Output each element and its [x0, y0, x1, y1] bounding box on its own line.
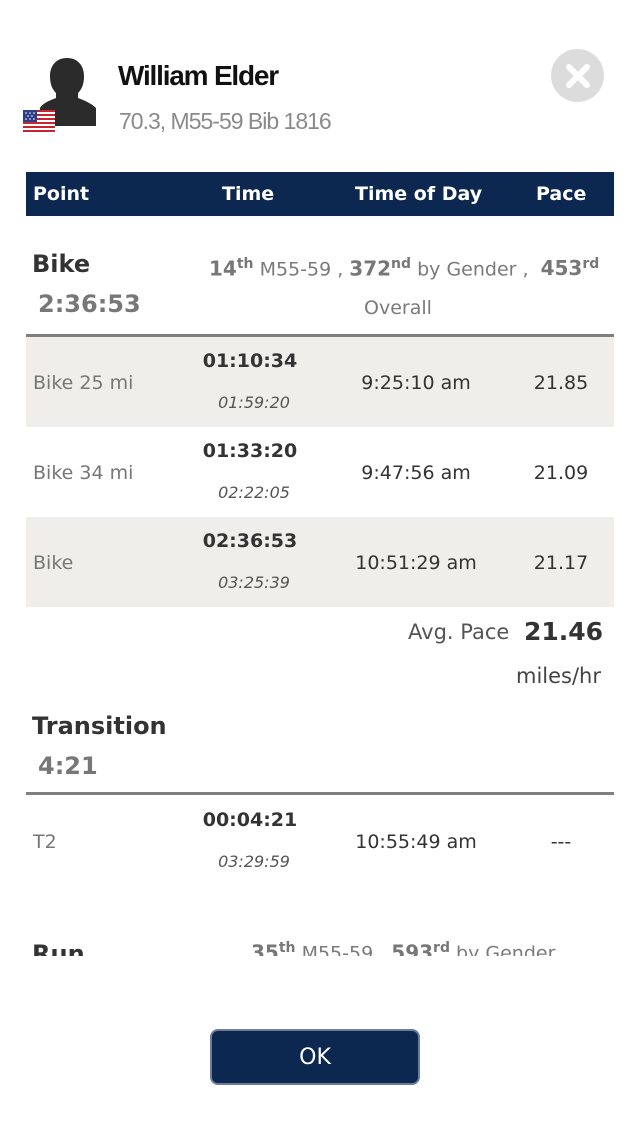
column-header-time-of-day: Time of Day: [355, 183, 483, 205]
split-elapsed: 02:22:05: [218, 483, 290, 502]
column-header-time: Time: [222, 183, 275, 205]
bike-overall-rank: 453: [540, 256, 583, 281]
section-divider: [26, 792, 614, 795]
split-time-of-day: 10:55:49 am: [355, 831, 477, 853]
split-time-of-day: 9:25:10 am: [361, 372, 471, 394]
split-time-of-day: 10:51:29 am: [355, 552, 477, 574]
split-label: Bike 34 mi: [33, 462, 134, 484]
split-pace: 21.17: [533, 552, 589, 574]
athlete-subtitle: 70.3, M55-59 Bib 1816: [119, 108, 332, 134]
split-elapsed: 01:59:20: [218, 393, 290, 412]
run-gender-label: by Gender: [456, 942, 556, 956]
split-label: Bike: [33, 552, 74, 574]
run-division-label: M55-59 ,: [301, 942, 386, 956]
athlete-header: William Elder 70.3, M55-59 Bib 1816: [0, 0, 640, 172]
bike-division-label: M55-59 ,: [259, 258, 344, 281]
split-elapsed: 03:25:39: [218, 573, 290, 592]
split-elapsed: 03:29:59: [218, 852, 290, 871]
bike-gender-rank: 372: [349, 256, 392, 281]
split-row: Bike 25 mi 01:10:34 01:59:20 9:25:10 am …: [26, 337, 614, 427]
us-flag-icon: [23, 110, 55, 134]
avg-pace-label: Avg. Pace: [408, 620, 510, 644]
split-pace: ---: [550, 831, 572, 853]
run-gender-rank: 593: [391, 940, 434, 956]
transition-total-time: 4:21: [38, 752, 98, 780]
split-time: 00:04:21: [202, 809, 298, 831]
split-pace: 21.85: [533, 372, 589, 394]
run-gender-rank-suffix: rd: [433, 940, 450, 956]
run-rankings: 35th M55-59 , 593rd by Gender: [251, 940, 555, 956]
bike-division-rank-suffix: th: [236, 256, 254, 272]
split-time-of-day: 9:47:56 am: [361, 462, 471, 484]
avg-pace-unit: miles/hr: [516, 664, 602, 688]
split-label: T2: [33, 831, 57, 853]
split-row: Bike 02:36:53 03:25:39 10:51:29 am 21.17: [26, 517, 614, 607]
split-time: 02:36:53: [202, 530, 298, 552]
split-time: 01:10:34: [202, 350, 298, 372]
close-button[interactable]: [551, 49, 604, 102]
split-row: T2 00:04:21 03:29:59 10:55:49 am ---: [26, 796, 614, 886]
bike-overall-rank-suffix: rd: [582, 256, 600, 272]
ok-button[interactable]: OK: [210, 1029, 420, 1085]
bike-rankings: 14th M55-59 , 372nd by Gender , 453rd: [209, 256, 599, 280]
split-time: 01:33:20: [202, 440, 298, 462]
bike-overall-label: Overall: [364, 297, 432, 319]
split-row: Bike 34 mi 01:33:20 02:22:05 9:47:56 am …: [26, 427, 614, 517]
avg-pace-value: 21.46: [524, 617, 604, 646]
bike-division-rank: 14: [209, 256, 237, 281]
athlete-name: William Elder: [118, 60, 279, 91]
split-pace: 21.09: [533, 462, 589, 484]
run-division-rank-suffix: th: [278, 940, 296, 956]
splits-scroll-area[interactable]: Bike 2:36:53 14th M55-59 , 372nd by Gend…: [0, 216, 640, 956]
split-label: Bike 25 mi: [33, 372, 134, 394]
bike-section-title: Bike: [32, 250, 91, 278]
run-division-rank: 35: [251, 940, 279, 956]
bike-total-time: 2:36:53: [38, 290, 141, 318]
splits-table-header: Point Time Time of Day Pace: [26, 172, 614, 216]
column-header-pace: Pace: [536, 183, 587, 205]
bike-gender-rank-suffix: nd: [391, 256, 412, 272]
column-header-point: Point: [33, 183, 90, 205]
transition-section-title: Transition: [32, 712, 167, 740]
close-icon: [565, 63, 590, 88]
bike-gender-label: by Gender ,: [417, 258, 529, 281]
run-section-title: Run: [32, 940, 85, 956]
